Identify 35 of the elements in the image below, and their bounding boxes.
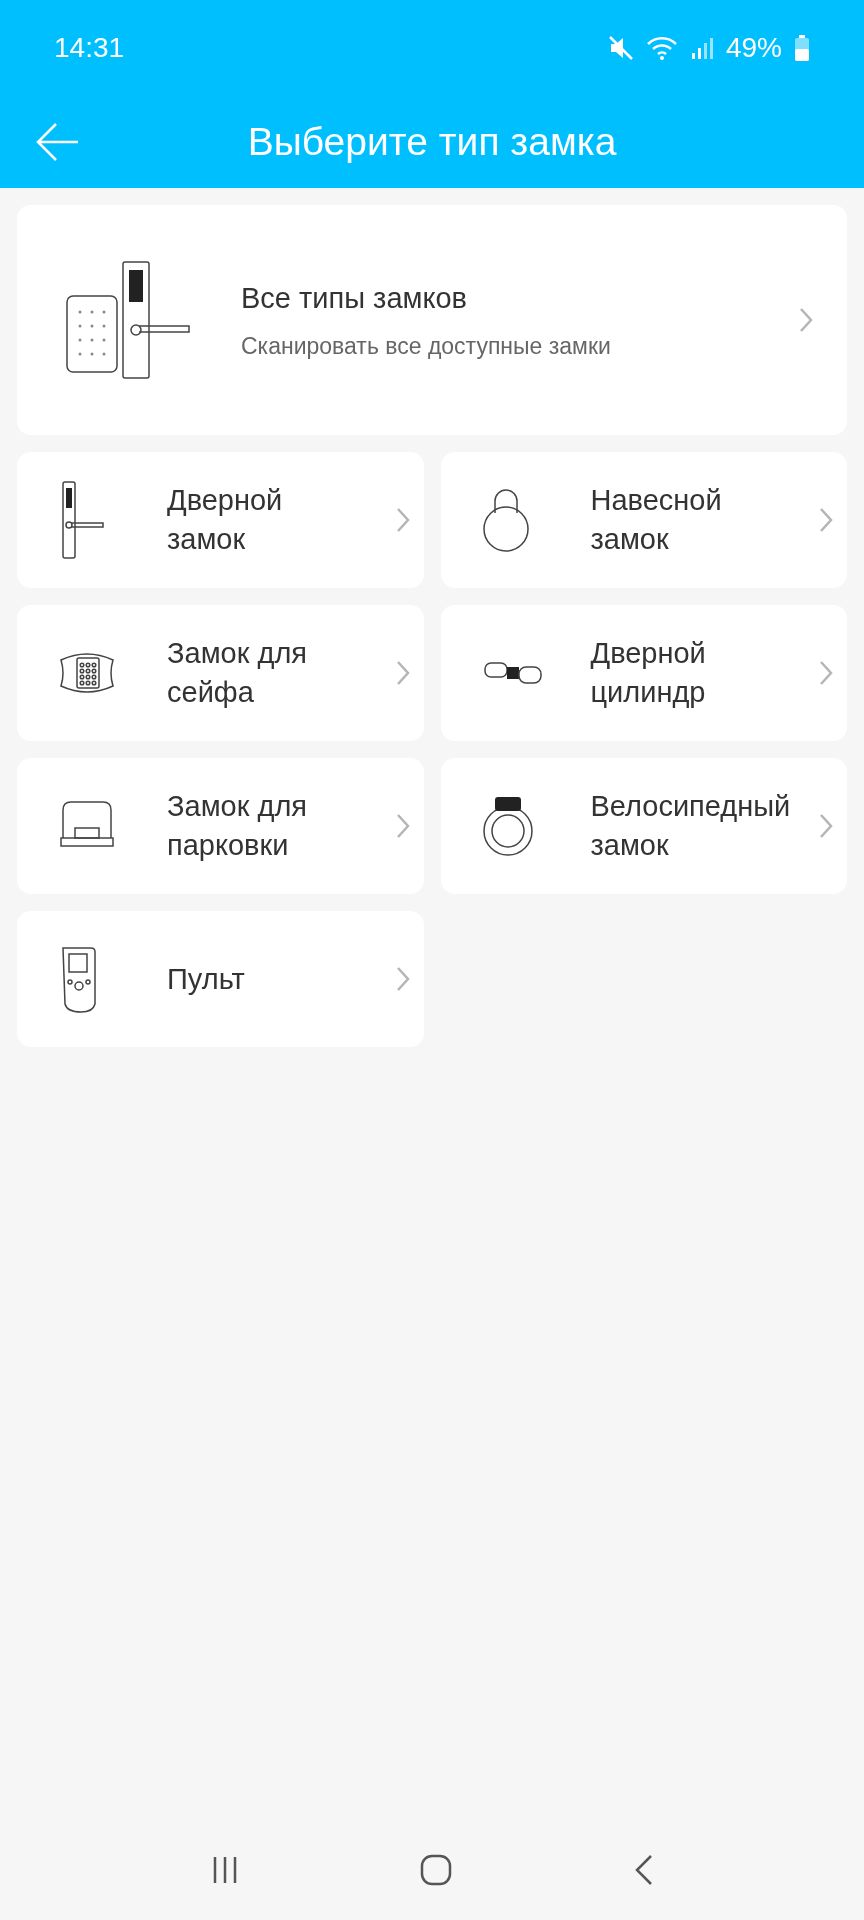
lock-type-card[interactable]: Велосипедный замок (440, 758, 847, 894)
lock-type-card[interactable]: Дверной цилиндр (440, 605, 847, 741)
chevron-right-icon (395, 966, 410, 992)
lock-type-label: Дверной замок (167, 483, 284, 557)
chevron-right-icon (395, 660, 410, 686)
lock-type-card[interactable]: Замок для парковки (17, 758, 424, 894)
status-time: 14:31 (54, 31, 125, 65)
wifi-icon (645, 35, 678, 61)
chevron-right-icon (819, 507, 833, 533)
home-icon[interactable] (419, 1853, 453, 1887)
lock-type-label: Замок для парковки (167, 789, 308, 863)
battery-percent: 49% (725, 31, 782, 65)
lock-type-label: Дверной цилиндр (590, 636, 707, 710)
lock-type-card[interactable]: Замок для сейфа (17, 605, 424, 741)
chevron-right-icon (799, 307, 813, 333)
signal-icon (689, 35, 714, 61)
padlock-icon (480, 487, 531, 553)
lock-type-label: Навесной замок (590, 483, 723, 557)
lock-type-label: Велосипедный замок (590, 789, 792, 863)
lock-type-card[interactable]: Навесной замок (440, 452, 847, 588)
keypad-door-lock-icon (63, 260, 193, 380)
chevron-right-icon (395, 813, 410, 839)
battery-icon (794, 34, 810, 62)
card-subtitle: Сканировать все доступные замки (241, 331, 612, 361)
card-title: Все типы замков (241, 281, 469, 316)
lock-type-card[interactable]: Пульт (17, 911, 424, 1047)
lock-type-card[interactable]: Дверной замок (17, 452, 424, 588)
all-lock-types-card[interactable]: Все типы замков Сканировать все доступные замки (17, 205, 847, 435)
chevron-right-icon (819, 660, 833, 686)
lock-type-label: Пульт (167, 961, 246, 997)
lock-type-label: Замок для сейфа (167, 636, 308, 710)
page-title: Выберите тип замка (247, 118, 617, 165)
mute-icon (607, 35, 634, 61)
chevron-right-icon (395, 507, 410, 533)
chevron-right-icon (819, 813, 833, 839)
